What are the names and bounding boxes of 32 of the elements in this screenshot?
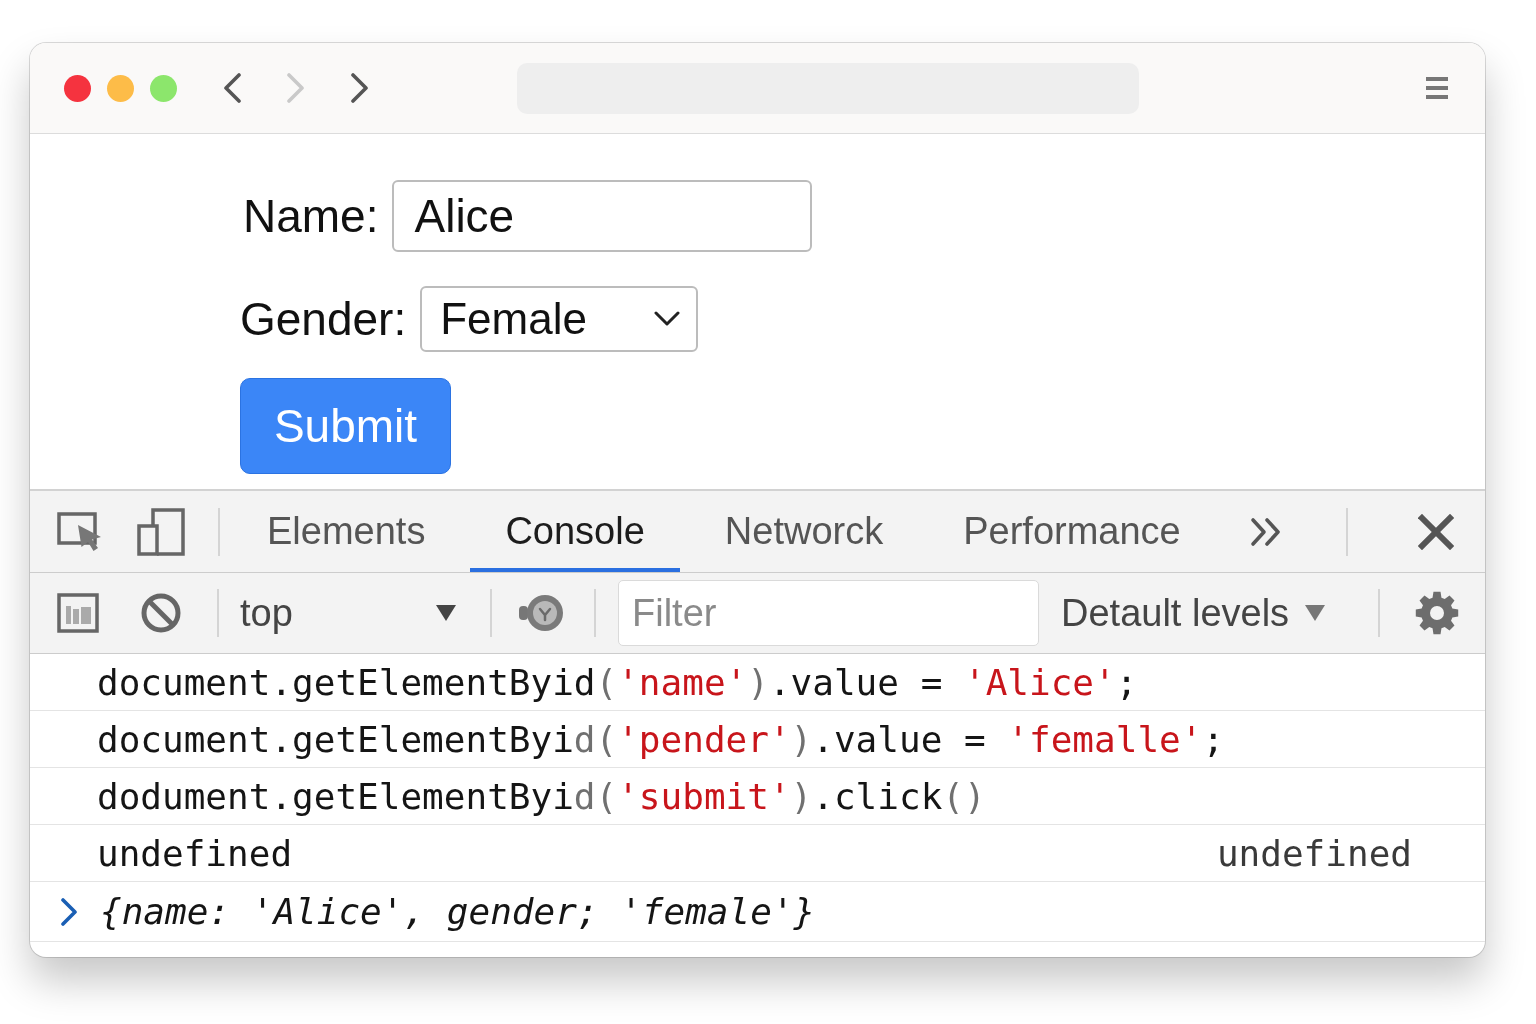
devtools-tab[interactable]: Elements (232, 491, 461, 572)
menu-icon[interactable] (1426, 76, 1448, 100)
inspect-icon[interactable] (57, 511, 103, 552)
field-label: Gender: (240, 292, 407, 346)
dropdown-triangle-icon (1305, 605, 1325, 621)
settings-icon[interactable] (1415, 591, 1459, 635)
field-label: Name: (243, 189, 379, 243)
devtools-tab[interactable]: Performance (928, 491, 1216, 572)
window-control-icon[interactable] (64, 74, 91, 102)
console-output-line: {name: 'Alice', gender; 'female'} (100, 891, 816, 932)
forward-chevron-icon[interactable] (350, 73, 370, 103)
chevron-down-icon (654, 311, 681, 327)
close-icon[interactable] (1417, 513, 1454, 550)
submit-button[interactable]: Submit (240, 378, 451, 474)
devtools-tab[interactable]: Networck (689, 491, 919, 572)
console-result-text: undefined (97, 832, 293, 874)
gender-select[interactable]: Female (420, 286, 699, 352)
levels-select[interactable]: Detault levels (1061, 591, 1329, 635)
console-result-text: undefined (1216, 832, 1412, 874)
name-input[interactable]: Alice (392, 180, 813, 252)
eye-icon[interactable] (518, 594, 564, 632)
console-code-line: dodument.getElementByid('submit').click() (97, 775, 986, 817)
prompt-chevron-icon[interactable] (60, 897, 78, 926)
console-code-line: document.getElementByid('pender').value = 'femalle'; (97, 718, 1225, 760)
back-chevron-icon[interactable] (222, 73, 242, 103)
double-chevron-icon[interactable] (1249, 516, 1282, 547)
context-select[interactable]: top (240, 591, 460, 635)
sidebar-icon[interactable] (57, 593, 99, 633)
console-code-line: document.getElementByid('name').value = 'Alice'; (97, 661, 1138, 703)
dropdown-triangle-icon (436, 605, 456, 621)
devices-icon[interactable] (137, 507, 185, 556)
block-icon[interactable] (141, 593, 181, 633)
